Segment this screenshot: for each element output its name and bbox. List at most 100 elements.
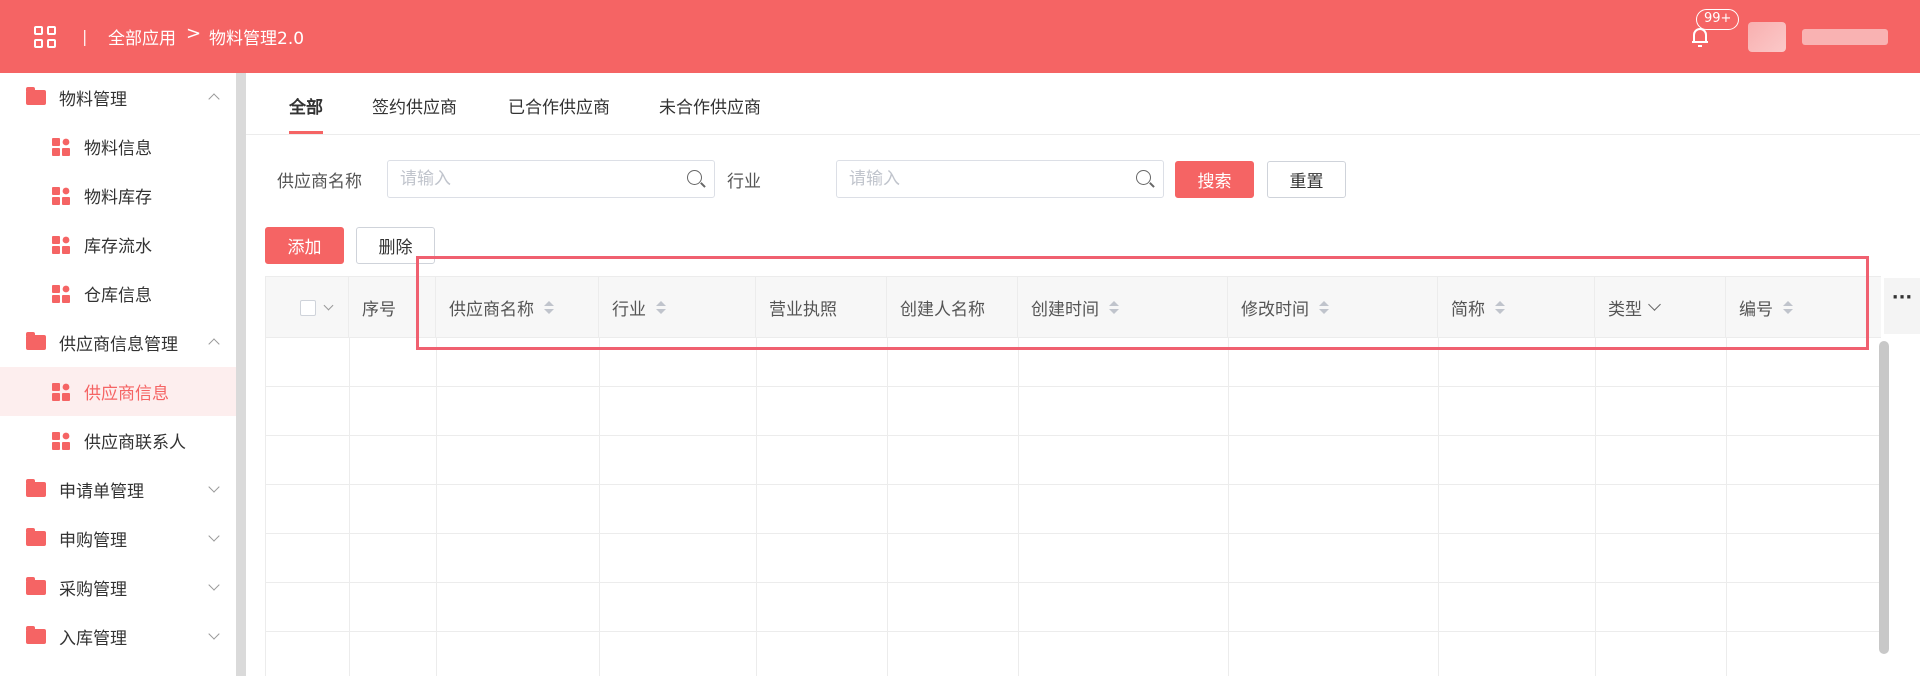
table-row[interactable] bbox=[266, 436, 1881, 485]
chevron-up-icon bbox=[208, 338, 220, 350]
sidebar-group-supplier[interactable]: 供应商信息管理 bbox=[0, 318, 236, 367]
add-button[interactable]: 添加 bbox=[265, 227, 344, 264]
supplier-table: 序号 供应商名称 行业 营业执照 创建人名称 创建时间 修改时间 简称 类型 编… bbox=[265, 276, 1881, 676]
sidebar-item-material-stock[interactable]: 物料库存 bbox=[0, 171, 236, 220]
column-header-business-license: 营业执照 bbox=[756, 277, 887, 338]
sidebar-item-label: 供应商信息 bbox=[84, 384, 169, 404]
apps-grid-icon[interactable] bbox=[34, 26, 56, 48]
sidebar-item-material-info[interactable]: 物料信息 bbox=[0, 122, 236, 171]
sidebar-group-purchase-request[interactable]: 申购管理 bbox=[0, 514, 236, 563]
tile-icon bbox=[52, 382, 70, 401]
table-row[interactable] bbox=[266, 387, 1881, 436]
tab-bar: 全部 签约供应商 已合作供应商 未合作供应商 bbox=[246, 73, 1920, 135]
sidebar-item-label: 物料库存 bbox=[84, 188, 152, 208]
search-icon[interactable] bbox=[1136, 170, 1151, 185]
sidebar-item-warehouse[interactable]: 仓库信息 bbox=[0, 269, 236, 318]
header-separator: | bbox=[82, 27, 88, 46]
column-header-code[interactable]: 编号 bbox=[1726, 277, 1881, 338]
table-row[interactable] bbox=[266, 534, 1881, 583]
folder-icon bbox=[26, 626, 46, 644]
reset-button[interactable]: 重置 bbox=[1267, 161, 1346, 198]
column-header-creator-name: 创建人名称 bbox=[887, 277, 1018, 338]
column-header-label: 序号 bbox=[362, 300, 396, 320]
industry-input-wrapper bbox=[836, 160, 1164, 198]
tab-all[interactable]: 全部 bbox=[289, 93, 323, 118]
column-header-label: 创建人名称 bbox=[900, 300, 985, 320]
search-icon[interactable] bbox=[687, 170, 702, 185]
supplier-name-input-wrapper bbox=[387, 160, 715, 198]
folder-icon bbox=[26, 577, 46, 595]
sidebar-item-label: 申请单管理 bbox=[59, 482, 144, 502]
sidebar-item-label: 入库管理 bbox=[59, 629, 127, 649]
tab-signed-suppliers[interactable]: 签约供应商 bbox=[372, 93, 457, 118]
folder-icon bbox=[26, 479, 46, 497]
top-bar: | 全部应用 > 物料管理2.0 99+ bbox=[0, 0, 1920, 73]
avatar[interactable] bbox=[1748, 22, 1786, 52]
column-header-label: 营业执照 bbox=[769, 300, 837, 320]
folder-icon bbox=[26, 87, 46, 105]
chevron-down-icon bbox=[208, 628, 220, 640]
column-header-label: 创建时间 bbox=[1031, 300, 1099, 320]
column-header-created-time[interactable]: 创建时间 bbox=[1018, 277, 1228, 338]
sidebar-item-stock-flow[interactable]: 库存流水 bbox=[0, 220, 236, 269]
select-all-cell bbox=[266, 277, 349, 338]
sidebar-group-procurement[interactable]: 采购管理 bbox=[0, 563, 236, 612]
active-tab-indicator bbox=[289, 131, 323, 134]
chevron-down-icon bbox=[208, 530, 220, 542]
sort-icon[interactable] bbox=[544, 300, 554, 315]
table-row[interactable] bbox=[266, 583, 1881, 632]
chevron-down-icon[interactable] bbox=[323, 300, 334, 311]
table-row[interactable] bbox=[266, 485, 1881, 534]
tile-icon bbox=[52, 235, 70, 254]
supplier-name-input[interactable] bbox=[388, 161, 714, 197]
main-content: 全部 签约供应商 已合作供应商 未合作供应商 供应商名称 行业 搜索 重置 添加… bbox=[246, 73, 1920, 676]
column-header-label: 类型 bbox=[1608, 300, 1642, 320]
column-header-short-name[interactable]: 简称 bbox=[1438, 277, 1595, 338]
sort-icon[interactable] bbox=[1495, 300, 1505, 315]
sidebar-item-label: 库存流水 bbox=[84, 237, 152, 257]
tile-icon bbox=[52, 284, 70, 303]
tile-icon bbox=[52, 137, 70, 156]
breadcrumb-arrow-icon: > bbox=[186, 23, 202, 44]
tab-cooperated-suppliers[interactable]: 已合作供应商 bbox=[508, 93, 610, 118]
chevron-down-icon bbox=[208, 579, 220, 591]
column-header-industry[interactable]: 行业 bbox=[599, 277, 756, 338]
column-header-modified-time[interactable]: 修改时间 bbox=[1228, 277, 1438, 338]
tile-icon bbox=[52, 431, 70, 450]
sidebar-group-inbound[interactable]: 入库管理 bbox=[0, 612, 236, 661]
column-header-supplier-name[interactable]: 供应商名称 bbox=[436, 277, 599, 338]
sidebar-scrollbar[interactable] bbox=[236, 73, 246, 676]
table-scrollbar[interactable] bbox=[1879, 341, 1889, 654]
supplier-name-label: 供应商名称 bbox=[277, 172, 362, 192]
sidebar-item-supplier-info[interactable]: 供应商信息 bbox=[0, 367, 236, 416]
sidebar-group-requisition[interactable]: 申请单管理 bbox=[0, 465, 236, 514]
search-button[interactable]: 搜索 bbox=[1175, 161, 1254, 198]
sort-icon[interactable] bbox=[1109, 300, 1119, 315]
more-columns-icon[interactable]: ··· bbox=[1884, 278, 1920, 334]
sidebar-item-label: 采购管理 bbox=[59, 580, 127, 600]
sidebar-item-label: 供应商信息管理 bbox=[59, 335, 178, 355]
sidebar-item-label: 物料管理 bbox=[59, 90, 127, 110]
chevron-down-icon[interactable] bbox=[1648, 298, 1661, 311]
delete-button[interactable]: 删除 bbox=[356, 227, 435, 264]
column-header-index: 序号 bbox=[349, 277, 436, 338]
sort-icon[interactable] bbox=[1319, 300, 1329, 315]
column-header-label: 行业 bbox=[612, 300, 646, 320]
tab-uncooperated-suppliers[interactable]: 未合作供应商 bbox=[659, 93, 761, 118]
chevron-down-icon bbox=[208, 481, 220, 493]
select-all-checkbox[interactable] bbox=[300, 299, 316, 316]
column-header-label: 编号 bbox=[1739, 300, 1773, 320]
column-header-type[interactable]: 类型 bbox=[1595, 277, 1726, 338]
sort-icon[interactable] bbox=[1783, 300, 1793, 315]
sidebar: 物料管理 物料信息 物料库存 库存流水 仓库信息 供应商信息管理 供应商信息 供… bbox=[0, 73, 236, 676]
user-name-blurred[interactable] bbox=[1802, 29, 1888, 45]
sidebar-item-label: 申购管理 bbox=[59, 531, 127, 551]
tile-icon bbox=[52, 186, 70, 205]
sidebar-item-supplier-contact[interactable]: 供应商联系人 bbox=[0, 416, 236, 465]
table-row[interactable] bbox=[266, 338, 1881, 387]
industry-input[interactable] bbox=[837, 161, 1163, 197]
sidebar-group-material[interactable]: 物料管理 bbox=[0, 73, 236, 122]
breadcrumb-all-apps[interactable]: 全部应用 bbox=[108, 24, 176, 49]
sort-icon[interactable] bbox=[656, 300, 666, 315]
chevron-up-icon bbox=[208, 93, 220, 105]
